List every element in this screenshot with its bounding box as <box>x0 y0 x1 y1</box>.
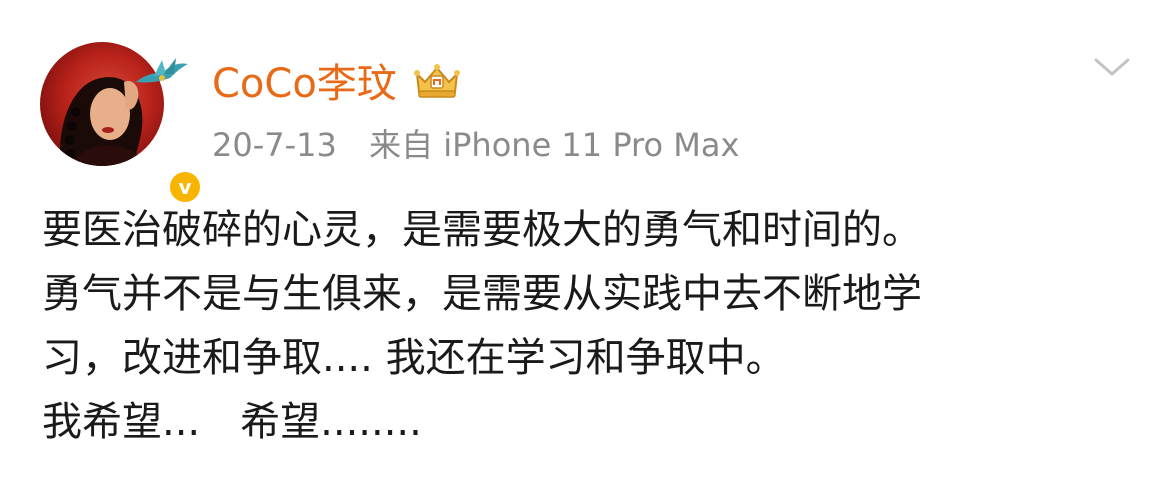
post-text: 要医治破碎的心灵，是需要极大的勇气和时间的。 勇气并不是与生俱来，是需要从实践中… <box>42 198 1142 454</box>
verified-badge-symbol: v <box>178 175 192 199</box>
weibo-post-card: v CoCo李玟 20-7-13 来自 iPhone 11 Pro Max 要医… <box>0 0 1170 483</box>
post-text-line: 勇气并不是与生俱来，是需要从实践中去不断地学 <box>42 271 922 317</box>
post-text-line: 习，改进和争取.... 我还在学习和争取中。 <box>42 335 786 381</box>
post-meta: 20-7-13 来自 iPhone 11 Pro Max <box>212 120 739 166</box>
post-text-line: 要医治破碎的心灵，是需要极大的勇气和时间的。 <box>42 207 922 253</box>
post-date: 20-7-13 <box>212 126 337 164</box>
headpiece-ornament-icon <box>136 58 188 83</box>
chevron-down-icon[interactable] <box>1092 52 1132 82</box>
username-row: CoCo李玟 <box>212 52 463 108</box>
crown-icon[interactable] <box>411 60 463 100</box>
avatar-container[interactable]: v <box>40 42 204 206</box>
username[interactable]: CoCo李玟 <box>212 51 397 109</box>
post-source: 来自 iPhone 11 Pro Max <box>369 126 740 164</box>
post-text-line: 我希望... 希望........ <box>42 399 422 445</box>
